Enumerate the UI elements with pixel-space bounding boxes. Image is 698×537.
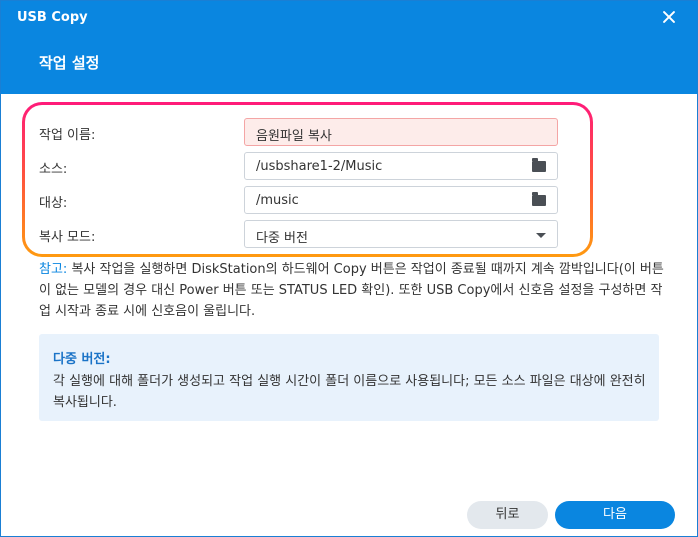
next-button[interactable]: 다음 (555, 501, 675, 529)
step-title: 작업 설정 (39, 54, 100, 72)
task-name-row: 작업 이름: 음원파일 복사 (39, 118, 559, 146)
usb-copy-dialog: USB Copy 작업 설정 작업 이름: 음원파일 복사 소스: /usbsh… (0, 0, 698, 537)
source-row: 소스: /usbshare1-2/Music (39, 152, 559, 180)
dialog-header: USB Copy 작업 설정 (1, 1, 697, 94)
copy-mode-value: 다중 버전 (256, 231, 308, 246)
chevron-down-icon (536, 233, 546, 238)
close-icon[interactable] (661, 9, 677, 25)
task-name-label: 작업 이름: (39, 128, 96, 143)
info-box: 다중 버전: 각 실행에 대해 폴더가 생성되고 작업 실행 시간이 폴더 이름… (39, 334, 659, 421)
note-body: 복사 작업을 실행하면 DiskStation의 하드웨어 Copy 버튼은 작… (39, 262, 664, 319)
destination-row: 대상: /music (39, 186, 559, 214)
window-title: USB Copy (17, 10, 88, 25)
destination-input[interactable]: /music (244, 186, 558, 214)
source-label: 소스: (39, 162, 68, 177)
source-value: /usbshare1-2/Music (256, 159, 383, 174)
folder-icon[interactable] (532, 158, 546, 172)
info-text: 각 실행에 대해 폴더가 생성되고 작업 실행 시간이 폴더 이름으로 사용됩니… (53, 374, 646, 410)
destination-value: /music (256, 193, 299, 208)
note-text: 참고: 복사 작업을 실행하면 DiskStation의 하드웨어 Copy 버… (39, 259, 664, 322)
note-prefix: 참고: (39, 262, 68, 277)
copy-mode-select[interactable]: 다중 버전 (244, 220, 558, 248)
copy-mode-label: 복사 모드: (39, 230, 96, 245)
task-name-value: 음원파일 복사 (256, 129, 332, 144)
folder-icon[interactable] (532, 192, 546, 206)
back-button[interactable]: 뒤로 (467, 501, 548, 529)
task-name-input[interactable]: 음원파일 복사 (244, 118, 558, 146)
copy-mode-row: 복사 모드: 다중 버전 (39, 220, 559, 248)
source-input[interactable]: /usbshare1-2/Music (244, 152, 558, 180)
info-title: 다중 버전: (53, 352, 111, 367)
destination-label: 대상: (39, 196, 68, 211)
